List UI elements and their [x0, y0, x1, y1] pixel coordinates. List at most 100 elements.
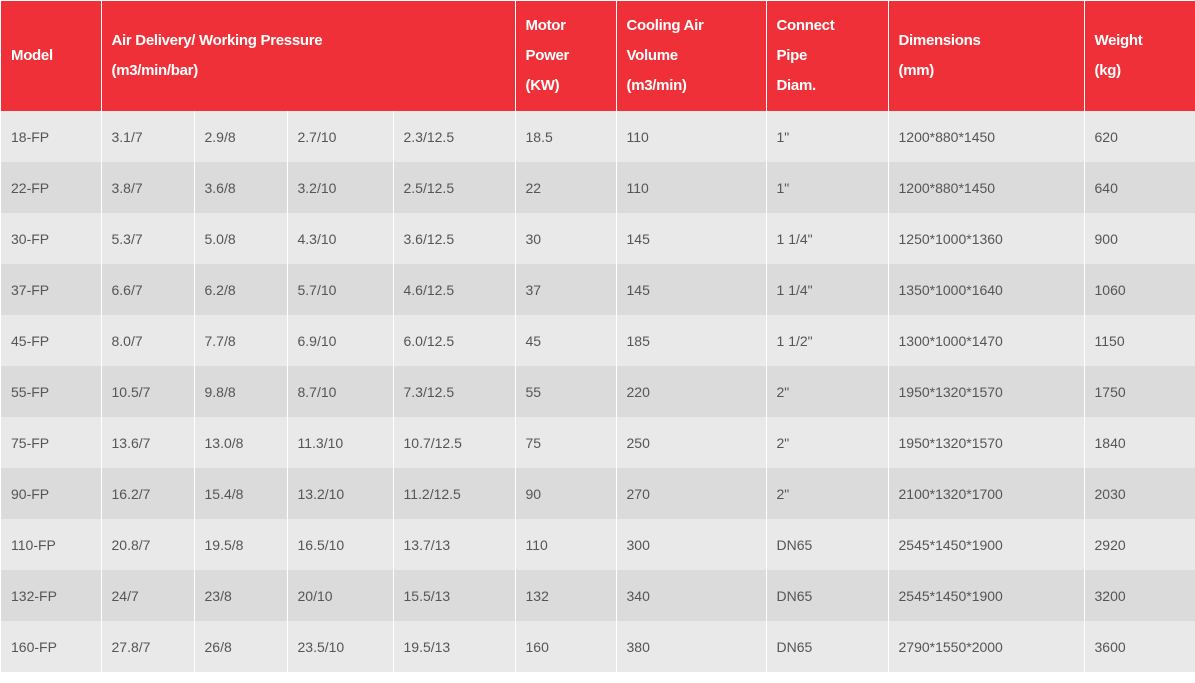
cell-dimensions: 2100*1320*1700 — [888, 468, 1085, 519]
cell-dimensions: 1950*1320*1570 — [888, 417, 1085, 468]
cell-pipe-diam: 1 1/4" — [766, 264, 889, 315]
cell-model: 110-FP — [1, 519, 102, 570]
cell-cooling-air: 250 — [616, 417, 767, 468]
cell-pipe-diam: DN65 — [766, 621, 889, 672]
cell-dimensions: 1250*1000*1360 — [888, 213, 1085, 264]
cell-cooling-air: 300 — [616, 519, 767, 570]
header-weight: Weight (kg) — [1084, 1, 1195, 111]
table-row: 30-FP 5.3/7 5.0/8 4.3/10 3.6/12.5 30 145 1 1/4"… — [1, 213, 1195, 264]
table-row: 37-FP 6.6/7 6.2/8 5.7/10 4.6/12.5 37 145 1 1/4"… — [1, 264, 1195, 315]
cell-air-8bar: 19.5/8 — [194, 519, 288, 570]
cell-cooling-air: 270 — [616, 468, 767, 519]
cell-air-8bar: 15.4/8 — [194, 468, 288, 519]
cell-air-10bar: 6.9/10 — [287, 315, 394, 366]
cell-dimensions: 2545*1450*1900 — [888, 519, 1085, 570]
cell-motor-power: 160 — [515, 621, 617, 672]
cell-air-7bar: 20.8/7 — [101, 519, 195, 570]
cell-dimensions: 1200*880*1450 — [888, 162, 1085, 213]
cell-pipe-diam: 2" — [766, 417, 889, 468]
cell-air-8bar: 6.2/8 — [194, 264, 288, 315]
cell-dimensions: 1200*880*1450 — [888, 111, 1085, 162]
cell-model: 90-FP — [1, 468, 102, 519]
cell-weight: 3200 — [1084, 570, 1195, 621]
cell-model: 18-FP — [1, 111, 102, 162]
cell-air-7bar: 3.1/7 — [101, 111, 195, 162]
cell-air-10bar: 13.2/10 — [287, 468, 394, 519]
cell-motor-power: 75 — [515, 417, 617, 468]
cell-air-7bar: 8.0/7 — [101, 315, 195, 366]
cell-weight: 1060 — [1084, 264, 1195, 315]
cell-air-7bar: 3.8/7 — [101, 162, 195, 213]
cell-pipe-diam: 1 1/2" — [766, 315, 889, 366]
cell-motor-power: 45 — [515, 315, 617, 366]
header-connect-pipe: Connect Pipe Diam. — [766, 1, 889, 111]
cell-weight: 620 — [1084, 111, 1195, 162]
cell-air-10bar: 23.5/10 — [287, 621, 394, 672]
header-row: Model Air Delivery/ Working Pressure (m3… — [1, 1, 1195, 111]
table-body: 18-FP 3.1/7 2.9/8 2.7/10 2.3/12.5 18.5 110 1" 12… — [1, 111, 1195, 672]
cell-air-max-bar: 4.6/12.5 — [393, 264, 516, 315]
cell-air-7bar: 24/7 — [101, 570, 195, 621]
header-dimensions: Dimensions (mm) — [888, 1, 1085, 111]
cell-weight: 1150 — [1084, 315, 1195, 366]
cell-air-max-bar: 10.7/12.5 — [393, 417, 516, 468]
cell-air-7bar: 10.5/7 — [101, 366, 195, 417]
cell-weight: 640 — [1084, 162, 1195, 213]
cell-model: 75-FP — [1, 417, 102, 468]
cell-cooling-air: 110 — [616, 111, 767, 162]
cell-air-10bar: 4.3/10 — [287, 213, 394, 264]
cell-air-7bar: 16.2/7 — [101, 468, 195, 519]
cell-pipe-diam: 1" — [766, 162, 889, 213]
cell-air-7bar: 6.6/7 — [101, 264, 195, 315]
cell-motor-power: 132 — [515, 570, 617, 621]
cell-pipe-diam: DN65 — [766, 519, 889, 570]
cell-air-max-bar: 3.6/12.5 — [393, 213, 516, 264]
cell-air-10bar: 16.5/10 — [287, 519, 394, 570]
cell-pipe-diam: 2" — [766, 468, 889, 519]
cell-dimensions: 1350*1000*1640 — [888, 264, 1085, 315]
cell-pipe-diam: 2" — [766, 366, 889, 417]
cell-model: 55-FP — [1, 366, 102, 417]
cell-air-8bar: 5.0/8 — [194, 213, 288, 264]
cell-model: 45-FP — [1, 315, 102, 366]
cell-air-10bar: 2.7/10 — [287, 111, 394, 162]
cell-motor-power: 18.5 — [515, 111, 617, 162]
cell-air-8bar: 2.9/8 — [194, 111, 288, 162]
cell-cooling-air: 380 — [616, 621, 767, 672]
table-row: 55-FP 10.5/7 9.8/8 8.7/10 7.3/12.5 55 220 2" 195… — [1, 366, 1195, 417]
cell-pipe-diam: 1" — [766, 111, 889, 162]
cell-pipe-diam: DN65 — [766, 570, 889, 621]
cell-air-10bar: 8.7/10 — [287, 366, 394, 417]
cell-air-10bar: 20/10 — [287, 570, 394, 621]
cell-dimensions: 1950*1320*1570 — [888, 366, 1085, 417]
cell-air-max-bar: 19.5/13 — [393, 621, 516, 672]
cell-cooling-air: 110 — [616, 162, 767, 213]
cell-model: 22-FP — [1, 162, 102, 213]
cell-air-10bar: 11.3/10 — [287, 417, 394, 468]
cell-air-7bar: 27.8/7 — [101, 621, 195, 672]
table-row: 22-FP 3.8/7 3.6/8 3.2/10 2.5/12.5 22 110 1" 1200… — [1, 162, 1195, 213]
cell-air-max-bar: 11.2/12.5 — [393, 468, 516, 519]
cell-weight: 900 — [1084, 213, 1195, 264]
cell-cooling-air: 185 — [616, 315, 767, 366]
cell-weight: 1750 — [1084, 366, 1195, 417]
cell-air-max-bar: 2.5/12.5 — [393, 162, 516, 213]
cell-cooling-air: 340 — [616, 570, 767, 621]
cell-model: 30-FP — [1, 213, 102, 264]
cell-air-max-bar: 2.3/12.5 — [393, 111, 516, 162]
cell-air-7bar: 13.6/7 — [101, 417, 195, 468]
cell-pipe-diam: 1 1/4" — [766, 213, 889, 264]
cell-air-max-bar: 7.3/12.5 — [393, 366, 516, 417]
cell-dimensions: 2790*1550*2000 — [888, 621, 1085, 672]
cell-weight: 2030 — [1084, 468, 1195, 519]
cell-motor-power: 37 — [515, 264, 617, 315]
spec-table: Model Air Delivery/ Working Pressure (m3… — [1, 1, 1195, 672]
cell-air-10bar: 3.2/10 — [287, 162, 394, 213]
cell-motor-power: 110 — [515, 519, 617, 570]
cell-air-8bar: 13.0/8 — [194, 417, 288, 468]
cell-dimensions: 2545*1450*1900 — [888, 570, 1085, 621]
cell-weight: 1840 — [1084, 417, 1195, 468]
cell-air-7bar: 5.3/7 — [101, 213, 195, 264]
cell-air-8bar: 26/8 — [194, 621, 288, 672]
table-row: 75-FP 13.6/7 13.0/8 11.3/10 10.7/12.5 75 250 2"… — [1, 417, 1195, 468]
